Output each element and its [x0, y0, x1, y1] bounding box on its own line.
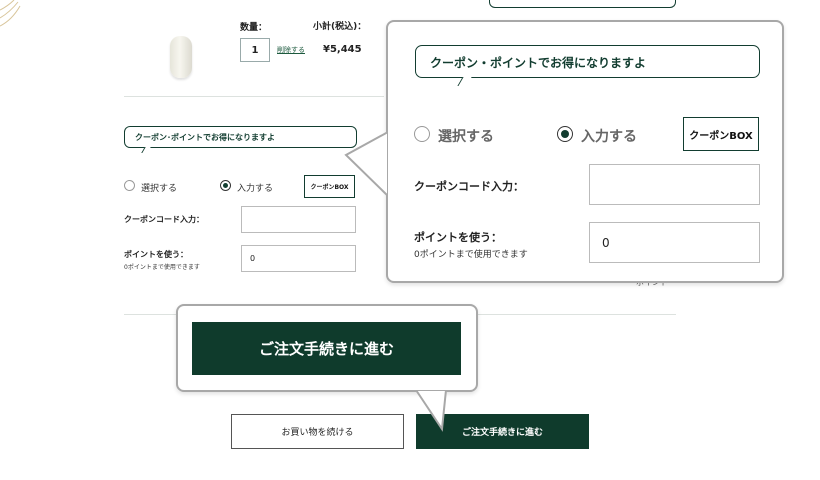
zoom-pointer-checkout: [414, 386, 448, 432]
zoom-checkout-button[interactable]: ご注文手続きに進む: [192, 322, 461, 375]
